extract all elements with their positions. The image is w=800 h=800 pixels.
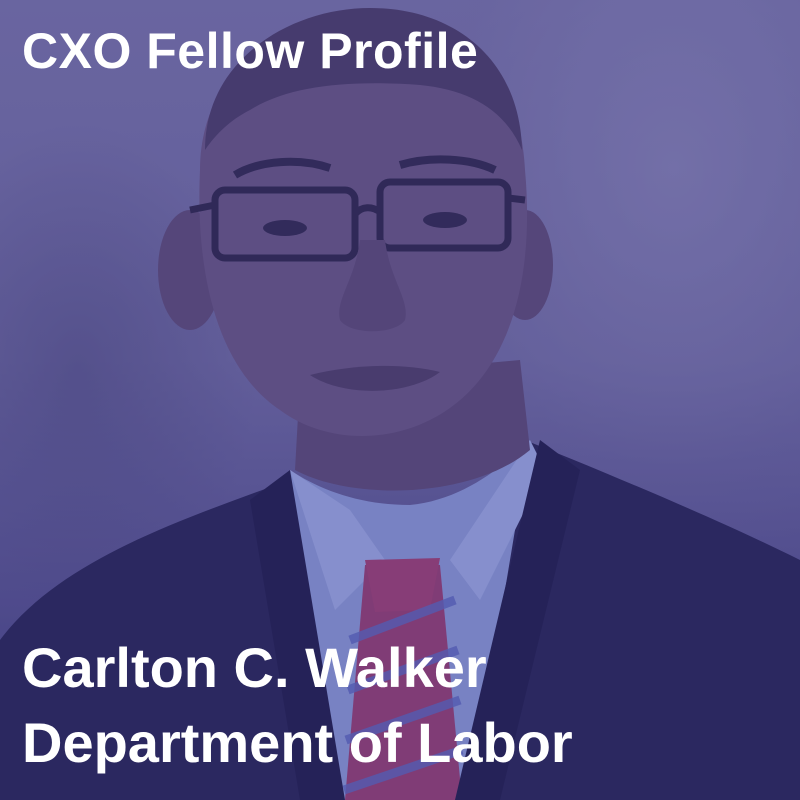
- profile-card: CXO Fellow Profile Carlton C. Walker Dep…: [0, 0, 800, 800]
- profile-title: CXO Fellow Profile: [22, 23, 479, 79]
- fellow-department: Department of Labor: [22, 711, 573, 774]
- fellow-name: Carlton C. Walker: [22, 636, 487, 699]
